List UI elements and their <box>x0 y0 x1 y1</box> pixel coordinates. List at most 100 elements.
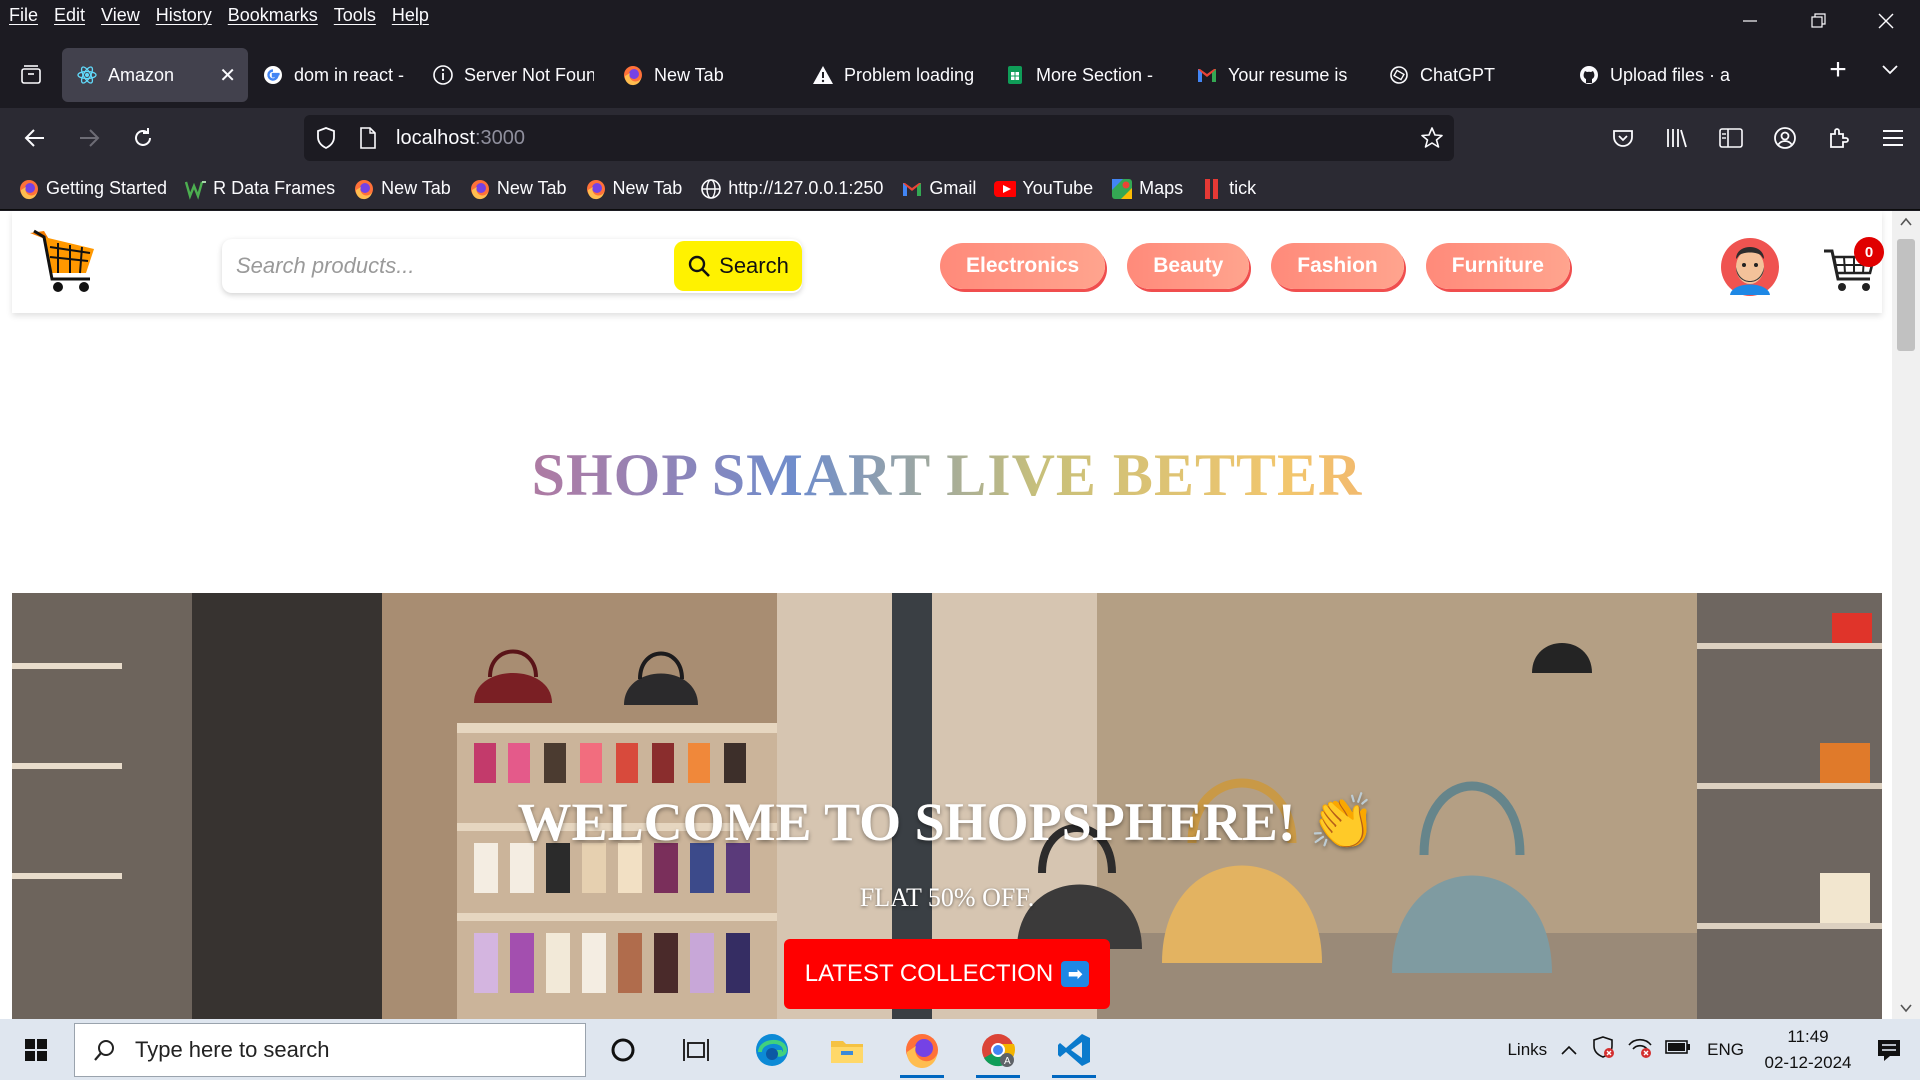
bookmark-label: tick <box>1229 178 1257 198</box>
menu-tools[interactable]: Tools <box>326 5 384 26</box>
tray-links[interactable]: Links <box>1507 1040 1547 1060</box>
scroll-up-icon[interactable] <box>1899 215 1913 229</box>
taskbar: Type here to search A Links ENG 11:49 02… <box>0 1019 1920 1080</box>
scroll-down-icon[interactable] <box>1899 1001 1913 1015</box>
sidebar-icon[interactable] <box>1704 116 1758 160</box>
menu-file[interactable]: File <box>0 5 46 26</box>
pocket-icon[interactable] <box>1596 116 1650 160</box>
system-tray: Links ENG 11:49 02-12-2024 <box>1507 1019 1920 1080</box>
latest-collection-button[interactable]: LATEST COLLECTION ➡ <box>784 939 1110 1009</box>
bookmark-new-tab-1[interactable]: New Tab <box>353 178 451 200</box>
taskbar-vscode[interactable] <box>1044 1019 1104 1080</box>
close-tab-icon[interactable]: ✕ <box>219 63 236 88</box>
avatar[interactable] <box>1720 237 1780 297</box>
category-beauty[interactable]: Beauty <box>1127 243 1250 289</box>
page-viewport: Search Electronics Beauty Fashion Furnit… <box>0 211 1920 1019</box>
tab-new-tab[interactable]: New Tab <box>608 48 798 102</box>
account-icon[interactable] <box>1758 116 1812 160</box>
bookmark-localhost-250[interactable]: http://127.0.0.1:250 <box>700 178 883 200</box>
tab-your-resume[interactable]: Your resume is <box>1182 48 1374 102</box>
cortana-button[interactable] <box>593 1019 653 1080</box>
github-icon <box>1578 64 1600 86</box>
cortana-icon <box>611 1038 635 1061</box>
tab-problem-loading[interactable]: Problem loading <box>798 48 990 102</box>
network-icon[interactable] <box>1627 1035 1653 1064</box>
menu-history[interactable]: History <box>148 5 220 26</box>
list-all-tabs-button[interactable] <box>1870 50 1910 90</box>
arrow-left-icon <box>24 129 44 147</box>
tab-label: More Section - <box>1036 64 1154 85</box>
cart-logo-icon[interactable] <box>28 227 98 297</box>
search-button-label: Search <box>719 253 789 278</box>
task-view-button[interactable] <box>666 1019 726 1080</box>
url-bar[interactable]: localhost:3000 <box>304 115 1454 161</box>
taskbar-edge[interactable] <box>742 1019 802 1080</box>
tab-server-not-found[interactable]: Server Not Foun <box>418 48 608 102</box>
new-tab-button[interactable]: + <box>1818 50 1858 90</box>
language-indicator[interactable]: ENG <box>1707 1040 1744 1060</box>
menu-hamburger-icon[interactable] <box>1866 116 1920 160</box>
library-icon[interactable] <box>1650 116 1704 160</box>
bookmark-label: New Tab <box>496 178 567 198</box>
taskbar-search[interactable]: Type here to search <box>74 1023 586 1077</box>
back-button[interactable] <box>8 116 62 160</box>
taskbar-file-explorer[interactable] <box>817 1019 877 1080</box>
forward-button[interactable] <box>62 116 116 160</box>
tab-chatgpt[interactable]: ChatGPT <box>1374 48 1564 102</box>
notification-icon[interactable] <box>1858 1038 1920 1062</box>
hero-banner: WELCOME TO SHOPSPHERE! 👏 FLAT 50% OFF. L… <box>12 593 1882 1019</box>
reload-icon <box>135 128 151 146</box>
tick-icon <box>1201 178 1223 200</box>
bookmark-new-tab-3[interactable]: New Tab <box>585 178 682 200</box>
taskbar-chrome[interactable]: A <box>968 1019 1028 1080</box>
menu-edit[interactable]: Edit <box>46 5 93 26</box>
minimize-button[interactable] <box>1716 0 1784 42</box>
category-electronics[interactable]: Electronics <box>940 243 1106 289</box>
bookmark-gmail[interactable]: Gmail <box>901 178 976 200</box>
start-button[interactable] <box>0 1019 72 1080</box>
defender-icon[interactable] <box>1591 1035 1615 1064</box>
tab-amazon[interactable]: Amazon ✕ <box>62 48 248 102</box>
bookmark-new-tab-2[interactable]: New Tab <box>469 178 567 200</box>
tab-label: Upload files · ar <box>1610 64 1730 85</box>
bookmark-youtube[interactable]: YouTube <box>994 178 1093 200</box>
tab-label: Server Not Foun <box>464 64 594 85</box>
search-input[interactable] <box>222 241 662 291</box>
restore-button[interactable] <box>1784 0 1852 42</box>
taskbar-search-placeholder: Type here to search <box>135 1037 330 1062</box>
page-scrollbar[interactable] <box>1892 211 1920 1019</box>
tab-label: Amazon <box>108 64 175 85</box>
bookmark-maps[interactable]: Maps <box>1111 178 1183 200</box>
firefox-view-button[interactable] <box>0 50 62 100</box>
chatgpt-icon <box>1388 64 1410 86</box>
scrollbar-thumb[interactable] <box>1897 239 1915 351</box>
firefox-icon <box>18 178 40 200</box>
hero-subtitle: FLAT 50% OFF. <box>859 883 1035 912</box>
chevron-up-icon[interactable] <box>1561 1040 1577 1060</box>
bookmark-tick[interactable]: tick <box>1201 178 1256 200</box>
tab-upload-files[interactable]: Upload files · ar <box>1564 48 1744 102</box>
taskbar-firefox[interactable] <box>892 1019 952 1080</box>
category-fashion[interactable]: Fashion <box>1271 243 1404 289</box>
close-window-button[interactable] <box>1852 0 1920 42</box>
tagline-word-live: LIVE <box>946 442 1097 508</box>
battery-icon[interactable] <box>1665 1039 1691 1060</box>
maps-icon <box>1111 178 1133 200</box>
tab-dom-in-react[interactable]: dom in react - G <box>248 48 418 102</box>
menu-view[interactable]: View <box>93 5 148 26</box>
category-furniture[interactable]: Furniture <box>1425 243 1570 289</box>
product-search: Search <box>222 239 802 293</box>
extensions-icon[interactable] <box>1812 116 1866 160</box>
shield-icon[interactable] <box>304 127 348 149</box>
bookmark-getting-started[interactable]: Getting Started <box>18 178 167 200</box>
tab-more-section[interactable]: More Section - <box>990 48 1182 102</box>
search-button[interactable]: Search <box>674 241 802 291</box>
tab-strip: Amazon ✕ dom in react - G Server Not Fou… <box>0 42 1920 108</box>
bookmark-r-data-frames[interactable]: R Data Frames <box>185 178 335 200</box>
reload-button[interactable] <box>116 116 170 160</box>
clock[interactable]: 11:49 02-12-2024 <box>1758 1024 1858 1076</box>
menu-help[interactable]: Help <box>384 5 437 26</box>
menu-bookmarks[interactable]: Bookmarks <box>220 5 326 26</box>
bookmark-star-icon[interactable] <box>1420 126 1444 156</box>
cart-count-badge: 0 <box>1854 237 1884 267</box>
